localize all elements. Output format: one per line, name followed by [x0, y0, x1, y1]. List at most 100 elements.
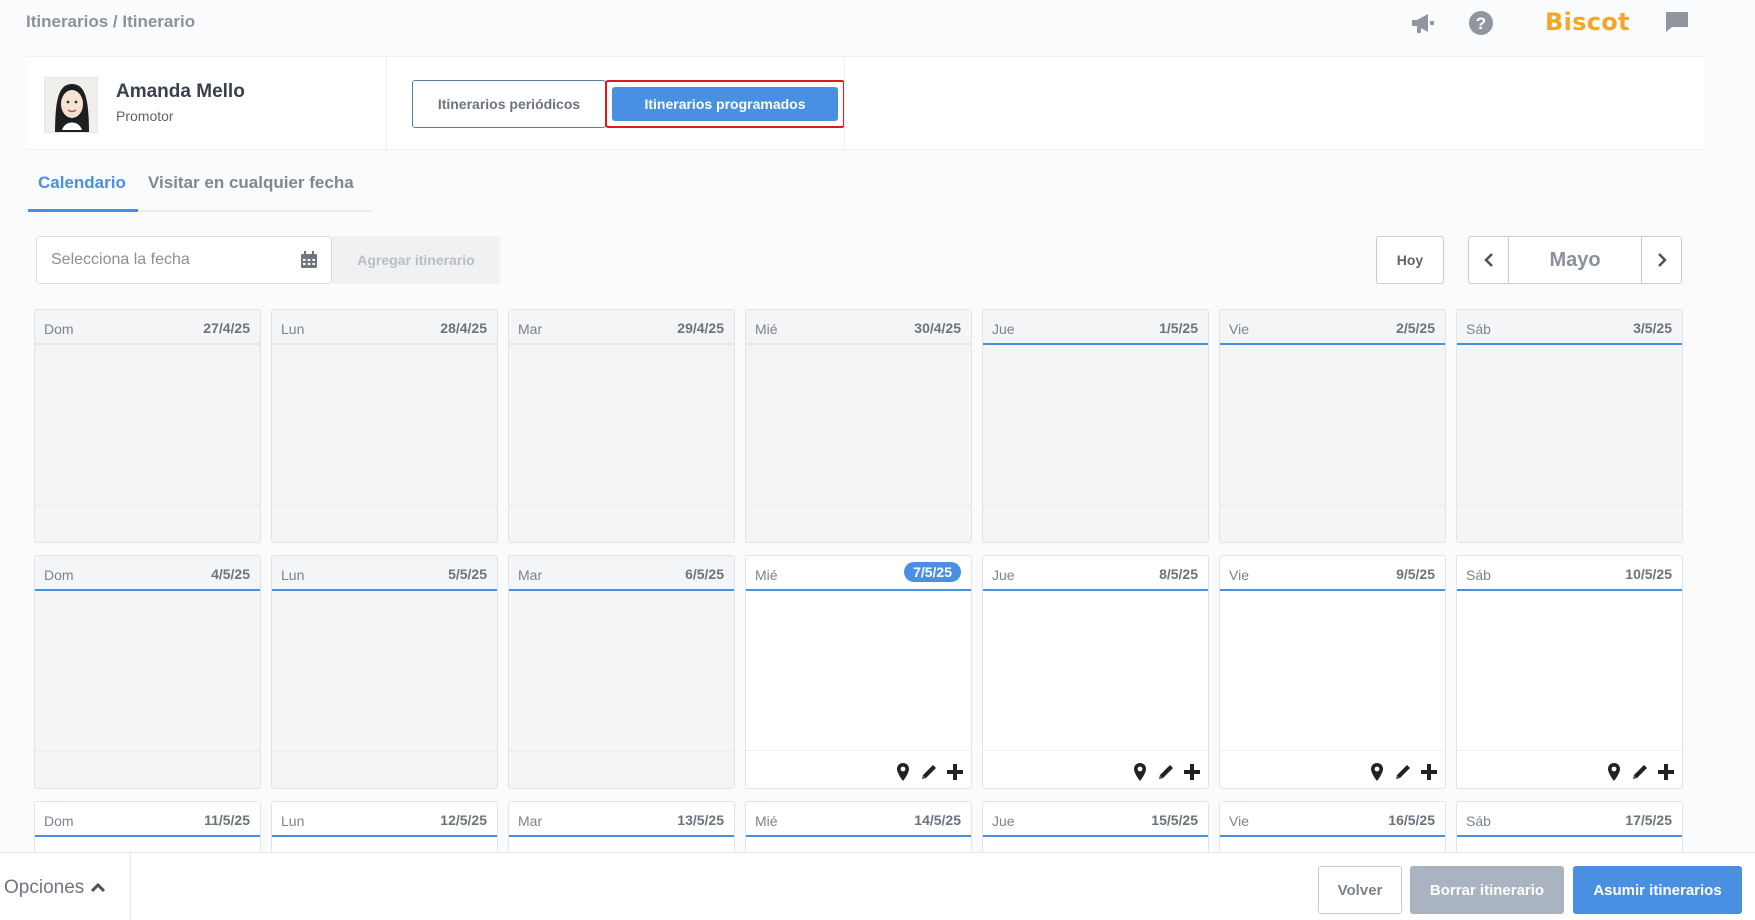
day-name: Mié	[755, 567, 778, 583]
day-cell[interactable]: Lun 12/5/25	[271, 801, 498, 853]
day-header: Sáb 3/5/25	[1457, 310, 1682, 345]
day-footer	[746, 750, 971, 788]
day-header: Lun 5/5/25	[272, 556, 497, 591]
day-date: 12/5/25	[440, 812, 487, 828]
day-cell[interactable]: Sáb 10/5/25	[1456, 555, 1683, 789]
day-cell[interactable]: Vie 9/5/25	[1219, 555, 1446, 789]
day-cell[interactable]: Vie 2/5/25	[1219, 309, 1446, 543]
day-header: Dom 27/4/25	[35, 310, 260, 345]
tab-bar: Calendario Visitar en cualquier fecha	[28, 168, 372, 212]
pencil-icon[interactable]	[919, 762, 939, 782]
date-placeholder: Selecciona la fecha	[51, 251, 190, 268]
day-date: 16/5/25	[1388, 812, 1435, 828]
day-date: 29/4/25	[677, 320, 724, 336]
scheduled-itineraries-button[interactable]: Itinerarios programados	[605, 80, 845, 128]
breadcrumb[interactable]: Itinerarios / Itinerario	[26, 12, 195, 32]
day-cell[interactable]: Mié 7/5/25	[745, 555, 972, 789]
assume-itineraries-button[interactable]: Asumir itinerarios	[1573, 866, 1742, 914]
map-pin-icon[interactable]	[1604, 762, 1624, 782]
svg-text:?: ?	[1476, 14, 1486, 33]
active-tab-indicator	[28, 209, 138, 212]
day-cell[interactable]: Dom 4/5/25	[34, 555, 261, 789]
day-cell[interactable]: Sáb 3/5/25	[1456, 309, 1683, 543]
day-cell[interactable]: Jue 15/5/25	[982, 801, 1209, 853]
delete-itinerary-button[interactable]: Borrar itinerario	[1410, 866, 1564, 914]
day-name: Vie	[1229, 567, 1249, 583]
profile-name: Amanda Mello	[116, 81, 245, 102]
day-actions	[1130, 762, 1202, 782]
day-cell[interactable]: Jue 8/5/25	[982, 555, 1209, 789]
day-cell[interactable]: Mar 6/5/25	[508, 555, 735, 789]
day-footer	[1457, 504, 1682, 542]
day-cell[interactable]: Dom 27/4/25	[34, 309, 261, 543]
day-footer	[35, 750, 260, 788]
day-cell[interactable]: Jue 1/5/25	[982, 309, 1209, 543]
day-cell[interactable]: Mar 29/4/25	[508, 309, 735, 543]
divider	[386, 57, 387, 151]
tab-calendar[interactable]: Calendario	[38, 173, 126, 193]
megaphone-icon[interactable]	[1406, 6, 1440, 40]
day-footer	[983, 504, 1208, 542]
help-icon[interactable]: ?	[1464, 6, 1498, 40]
options-toggle[interactable]: Opciones	[4, 877, 106, 899]
day-name: Sáb	[1466, 813, 1491, 829]
map-pin-icon[interactable]	[1367, 762, 1387, 782]
day-date: 30/4/25	[914, 320, 961, 336]
day-cell[interactable]: Dom 11/5/25	[34, 801, 261, 853]
chevron-left-icon[interactable]	[1469, 237, 1509, 283]
day-header: Mar 6/5/25	[509, 556, 734, 591]
plus-icon[interactable]	[945, 762, 965, 782]
pencil-icon[interactable]	[1630, 762, 1650, 782]
today-button[interactable]: Hoy	[1376, 236, 1444, 284]
map-pin-icon[interactable]	[893, 762, 913, 782]
day-name: Vie	[1229, 813, 1249, 829]
day-date: 2/5/25	[1396, 320, 1435, 336]
day-date: 4/5/25	[211, 566, 250, 582]
day-footer	[1220, 504, 1445, 542]
day-cell[interactable]: Mié 30/4/25	[745, 309, 972, 543]
day-date: 5/5/25	[448, 566, 487, 582]
day-date: 3/5/25	[1633, 320, 1672, 336]
chevron-up-icon	[90, 877, 106, 899]
day-name: Mar	[518, 567, 543, 583]
day-cell[interactable]: Lun 28/4/25	[271, 309, 498, 543]
day-header: Mar 29/4/25	[509, 310, 734, 345]
day-footer	[983, 750, 1208, 788]
day-footer	[509, 504, 734, 542]
day-header: Jue 8/5/25	[983, 556, 1208, 591]
day-header: Vie 16/5/25	[1220, 802, 1445, 837]
pencil-icon[interactable]	[1156, 762, 1176, 782]
day-cell[interactable]: Mié 14/5/25	[745, 801, 972, 853]
day-footer	[1457, 750, 1682, 788]
chat-icon[interactable]	[1660, 5, 1694, 39]
day-cell[interactable]: Sáb 17/5/25	[1456, 801, 1683, 853]
day-cell[interactable]: Mar 13/5/25	[508, 801, 735, 853]
plus-icon[interactable]	[1656, 762, 1676, 782]
day-cell[interactable]: Lun 5/5/25	[271, 555, 498, 789]
day-cell[interactable]: Vie 16/5/25	[1219, 801, 1446, 853]
back-button[interactable]: Volver	[1318, 866, 1402, 914]
day-date: 10/5/25	[1625, 566, 1672, 582]
plus-icon[interactable]	[1419, 762, 1439, 782]
calendar-icon[interactable]	[299, 250, 319, 270]
day-footer	[35, 504, 260, 542]
day-date: 17/5/25	[1625, 812, 1672, 828]
tab-any-date[interactable]: Visitar en cualquier fecha	[148, 173, 354, 193]
map-pin-icon[interactable]	[1130, 762, 1150, 782]
day-date: 9/5/25	[1396, 566, 1435, 582]
periodic-itineraries-button[interactable]: Itinerarios periódicos	[412, 80, 606, 128]
pencil-icon[interactable]	[1393, 762, 1413, 782]
day-name: Sáb	[1466, 321, 1491, 337]
day-date: 8/5/25	[1159, 566, 1198, 582]
add-itinerary-button[interactable]: Agregar itinerario	[332, 236, 500, 284]
day-name: Vie	[1229, 321, 1249, 337]
date-picker-input[interactable]: Selecciona la fecha	[36, 236, 332, 284]
day-date: 14/5/25	[914, 812, 961, 828]
chevron-right-icon[interactable]	[1641, 237, 1681, 283]
plus-icon[interactable]	[1182, 762, 1202, 782]
day-name: Dom	[44, 813, 74, 829]
top-bar: Itinerarios / Itinerario ? Biscot	[0, 0, 1755, 48]
day-header: Lun 28/4/25	[272, 310, 497, 345]
user-profile: Amanda Mello Promotor	[44, 77, 364, 133]
day-header: Dom 4/5/25	[35, 556, 260, 591]
